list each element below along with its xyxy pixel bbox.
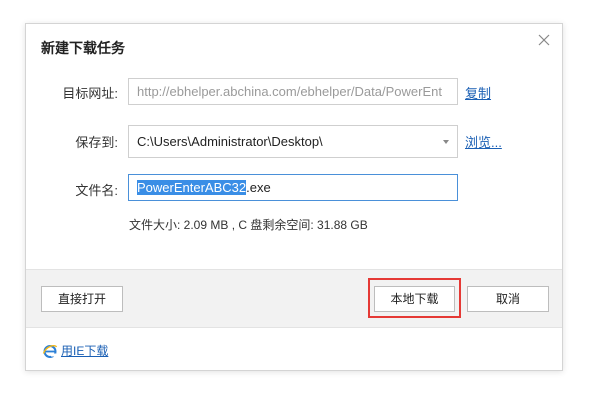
chevron-down-icon[interactable] (443, 140, 449, 144)
highlight-box (368, 278, 461, 318)
dialog-title: 新建下载任务 (41, 40, 125, 56)
file-size-info: 文件大小: 2.09 MB , C 盘剩余空间: 31.88 GB (129, 218, 368, 232)
browse-link[interactable]: 浏览... (465, 132, 502, 151)
url-field[interactable]: http://ebhelper.abchina.com/ebhelper/Dat… (128, 78, 458, 105)
ie-download-label: 用IE下载 (61, 344, 109, 358)
save-to-label: 保存到: (75, 135, 118, 150)
direct-open-button[interactable]: 直接打开 (41, 286, 123, 312)
filename-selected-text: PowerEnterABC32 (137, 180, 247, 195)
save-path-select[interactable]: C:\Users\Administrator\Desktop\ (128, 125, 458, 158)
new-download-dialog: 新建下载任务 目标网址: http://ebhelper.abchina.com… (25, 23, 563, 371)
filename-extension: .exe (246, 180, 271, 195)
cancel-button[interactable]: 取消 (467, 286, 549, 312)
filename-label: 文件名: (75, 183, 118, 198)
close-icon[interactable] (536, 32, 552, 48)
ie-download-link[interactable]: 用IE下载 (42, 342, 108, 359)
filename-input[interactable]: PowerEnterABC32.exe (128, 174, 458, 201)
copy-link[interactable]: 复制 (465, 83, 491, 102)
ie-icon (42, 344, 58, 358)
url-label: 目标网址: (62, 86, 118, 101)
save-path-value: C:\Users\Administrator\Desktop\ (137, 134, 323, 149)
